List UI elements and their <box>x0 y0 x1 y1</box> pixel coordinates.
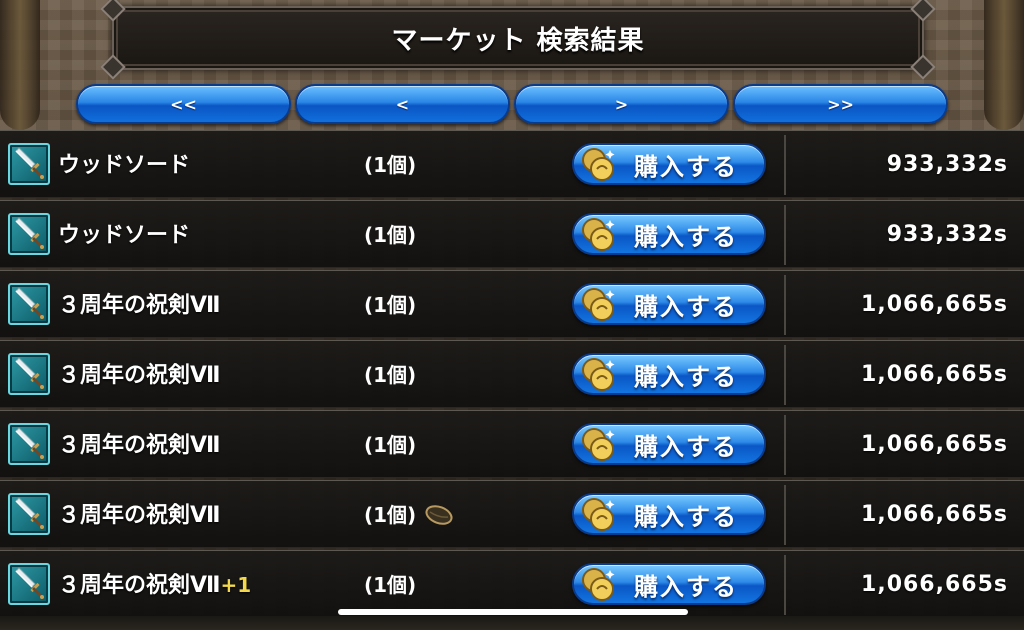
market-listing-row: ３周年の祝剣Ⅶ (1個) 購入する 1,066,665s <box>0 480 1024 548</box>
buy-button-label: 購入する <box>634 432 738 461</box>
next-page-button[interactable]: > <box>514 84 729 124</box>
buy-button[interactable]: 購入する <box>572 353 766 395</box>
market-listing-row: ウッドソード (1個) 購入する 933,332s <box>0 130 1024 198</box>
item-name-text: ３周年の祝剣Ⅶ <box>58 363 221 388</box>
coin-icon <box>580 566 616 602</box>
market-listing-row: ３周年の祝剣Ⅶ (1個) 購入する 1,066,665s <box>0 270 1024 338</box>
item-name: ３周年の祝剣Ⅶ <box>58 271 221 339</box>
home-indicator <box>338 609 688 615</box>
market-listing-row: ３周年の祝剣Ⅶ (1個) 購入する 1,066,665s <box>0 410 1024 478</box>
item-name: ３周年の祝剣Ⅶ <box>58 411 221 479</box>
item-name-text: ウッドソード <box>58 223 191 248</box>
ornament-corner <box>100 54 126 80</box>
column-divider <box>784 275 786 335</box>
buy-button[interactable]: 購入する <box>572 563 766 605</box>
prev-page-button[interactable]: < <box>295 84 510 124</box>
item-price: 933,332s <box>886 222 1008 247</box>
sword-icon <box>8 213 50 255</box>
item-name-text: ３周年の祝剣Ⅶ <box>58 573 221 598</box>
ornament-corner <box>910 54 936 80</box>
sword-icon <box>8 493 50 535</box>
buy-button-label: 購入する <box>634 152 738 181</box>
buy-button-label: 購入する <box>634 572 738 601</box>
coin-icon <box>580 286 616 322</box>
sword-icon <box>8 143 50 185</box>
buy-button[interactable]: 購入する <box>572 423 766 465</box>
item-name-text: ウッドソード <box>58 153 191 178</box>
item-price: 1,066,665s <box>861 362 1008 387</box>
ornament-corner <box>910 0 936 22</box>
item-price: 933,332s <box>886 152 1008 177</box>
item-name: ウッドソード <box>58 131 190 199</box>
item-quantity: (1個) <box>364 503 417 527</box>
bottom-strip <box>0 616 1024 630</box>
frame-ornament-right <box>984 0 1024 130</box>
first-page-button[interactable]: << <box>76 84 291 124</box>
enhance-level: +1 <box>220 573 252 597</box>
page-title: マーケット 検索結果 <box>391 25 645 56</box>
column-divider <box>784 415 786 475</box>
sword-icon <box>8 423 50 465</box>
column-divider <box>784 345 786 405</box>
market-results-list: ウッドソード (1個) 購入する 933,332s ウッドソード (1個) 購入… <box>0 130 1024 618</box>
buy-button[interactable]: 購入する <box>572 213 766 255</box>
coin-icon <box>580 496 616 532</box>
column-divider <box>784 485 786 545</box>
market-listing-row: ウッドソード (1個) 購入する 933,332s <box>0 200 1024 268</box>
item-name: ウッドソード <box>58 201 190 269</box>
item-quantity: (1個) <box>364 153 417 177</box>
item-price: 1,066,665s <box>861 292 1008 317</box>
ornament-corner <box>100 0 126 22</box>
buy-button[interactable]: 購入する <box>572 493 766 535</box>
sword-icon <box>8 353 50 395</box>
column-divider <box>784 555 786 615</box>
item-name-text: ３周年の祝剣Ⅶ <box>58 293 221 318</box>
buy-button-label: 購入する <box>634 222 738 251</box>
item-name-text: ３周年の祝剣Ⅶ <box>58 503 221 528</box>
item-name: ３周年の祝剣Ⅶ <box>58 481 221 549</box>
buy-button-label: 購入する <box>634 502 738 531</box>
item-quantity: (1個) <box>364 433 417 457</box>
last-page-button[interactable]: >> <box>733 84 948 124</box>
sword-icon <box>8 563 50 605</box>
item-quantity: (1個) <box>364 293 417 317</box>
item-quantity: (1個) <box>364 363 417 387</box>
item-name-text: ３周年の祝剣Ⅶ <box>58 433 221 458</box>
buy-button-label: 購入する <box>634 362 738 391</box>
buy-button[interactable]: 購入する <box>572 283 766 325</box>
column-divider <box>784 205 786 265</box>
buy-button-label: 購入する <box>634 292 738 321</box>
coin-icon <box>580 426 616 462</box>
item-price: 1,066,665s <box>861 502 1008 527</box>
item-quantity: (1個) <box>364 223 417 247</box>
market-listing-row: ３周年の祝剣Ⅶ+1 (1個) 購入する 1,066,665s <box>0 550 1024 618</box>
market-listing-row: ３周年の祝剣Ⅶ (1個) 購入する 1,066,665s <box>0 340 1024 408</box>
title-bar: マーケット 検索結果 <box>100 0 936 80</box>
pagination-bar: << < > >> <box>76 84 948 124</box>
coin-icon <box>580 356 616 392</box>
item-name: ３周年の祝剣Ⅶ+1 <box>58 551 251 619</box>
coin-icon <box>580 146 616 182</box>
coin-icon <box>580 216 616 252</box>
item-price: 1,066,665s <box>861 572 1008 597</box>
frame-ornament-left <box>0 0 40 130</box>
seed-icon <box>424 503 454 527</box>
item-price: 1,066,665s <box>861 432 1008 457</box>
item-name: ３周年の祝剣Ⅶ <box>58 341 221 409</box>
sword-icon <box>8 283 50 325</box>
column-divider <box>784 135 786 195</box>
buy-button[interactable]: 購入する <box>572 143 766 185</box>
